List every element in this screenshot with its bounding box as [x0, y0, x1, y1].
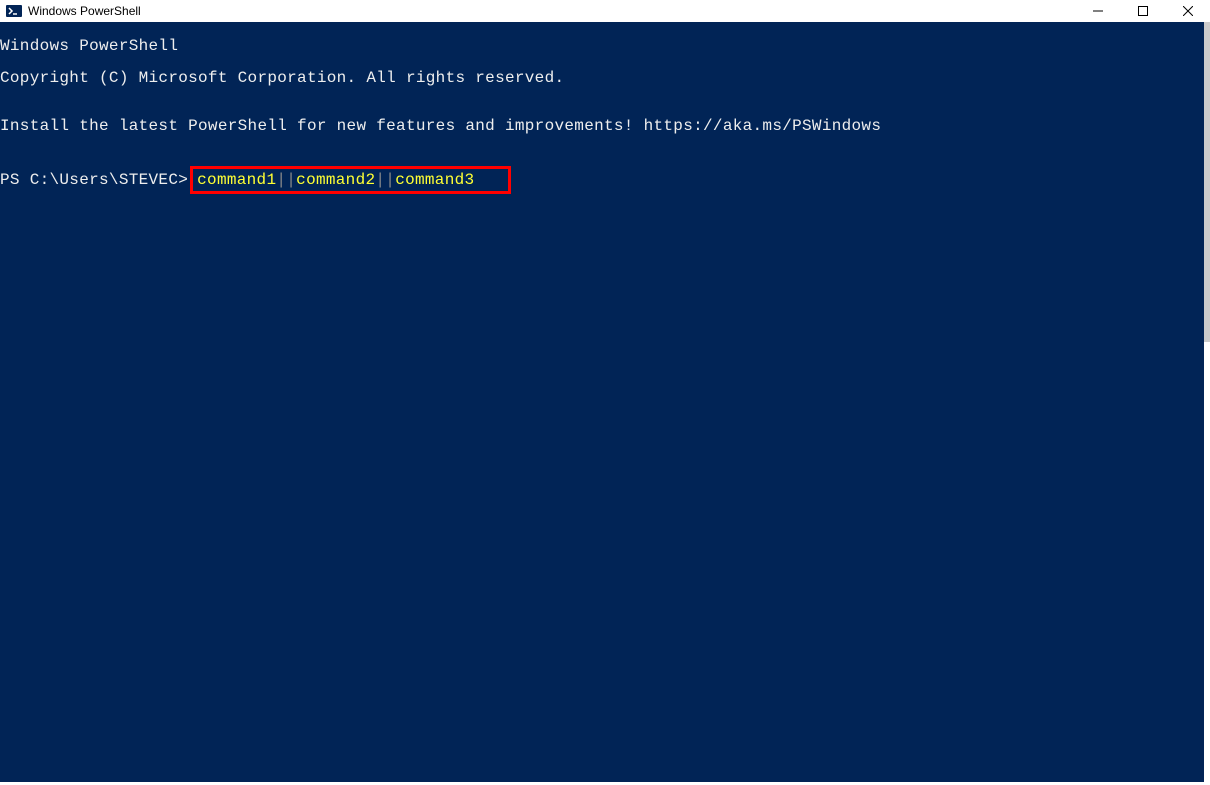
pipe-operator: ||	[375, 172, 395, 188]
terminal[interactable]: Windows PowerShell Copyright (C) Microso…	[0, 22, 1204, 782]
command-text: command3	[395, 172, 474, 188]
window-controls	[1075, 0, 1210, 22]
command-text: command1	[197, 172, 276, 188]
titlebar: Windows PowerShell	[0, 0, 1210, 22]
scrollbar-thumb[interactable]	[1204, 22, 1210, 342]
pipe-operator: ||	[276, 172, 296, 188]
minimize-button[interactable]	[1075, 0, 1120, 22]
maximize-button[interactable]	[1120, 0, 1165, 22]
close-button[interactable]	[1165, 0, 1210, 22]
terminal-line: Install the latest PowerShell for new fe…	[0, 118, 1204, 134]
terminal-line: Copyright (C) Microsoft Corporation. All…	[0, 70, 1204, 86]
prompt: PS C:\Users\STEVEC>	[0, 172, 188, 188]
powershell-icon	[6, 3, 22, 19]
terminal-line: Windows PowerShell	[0, 38, 1204, 54]
scrollbar[interactable]	[1204, 22, 1210, 785]
terminal-container: Windows PowerShell Copyright (C) Microso…	[0, 22, 1210, 785]
command-highlight: command1||command2||command3	[190, 166, 511, 194]
window-title: Windows PowerShell	[28, 4, 1075, 18]
command-text: command2	[296, 172, 375, 188]
prompt-line: PS C:\Users\STEVEC>command1||command2||c…	[0, 166, 1204, 194]
